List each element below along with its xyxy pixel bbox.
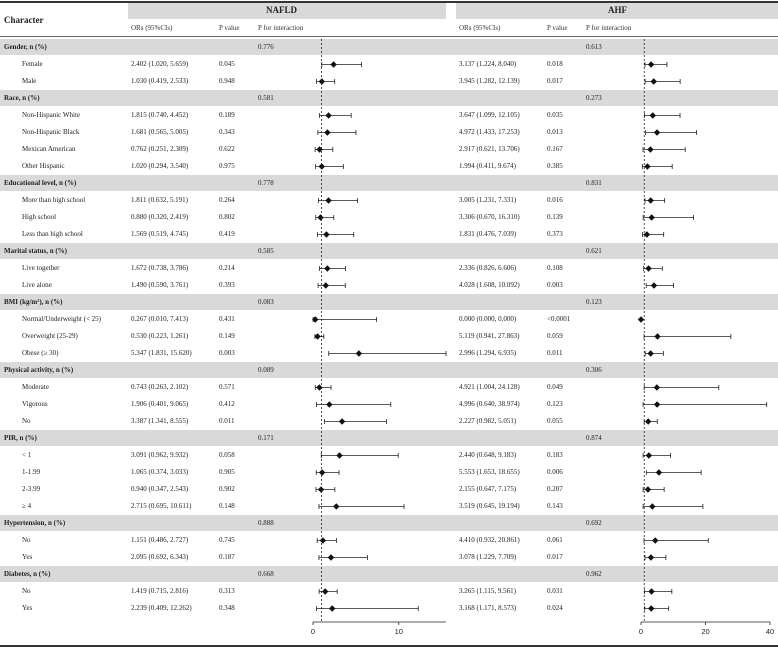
nafld-or-point: [333, 503, 340, 510]
ahf-or-point: [653, 129, 661, 136]
ahf-or-point: [643, 231, 651, 238]
nafld-or-point: [330, 61, 337, 68]
nafld-or-point: [324, 265, 331, 272]
nafld-or-point: [323, 231, 330, 238]
nafld-or-point: [326, 401, 333, 408]
ahf-or-point: [647, 350, 654, 357]
nafld-or-point: [317, 214, 324, 221]
ahf-or-point: [649, 112, 656, 119]
ahf-or-point: [652, 537, 659, 544]
nafld-or-point: [322, 282, 329, 289]
nafld-or-point: [336, 452, 343, 459]
bottom-rule: [0, 645, 778, 647]
forest-plot: 0 10 0 20 40: [311, 39, 774, 636]
ahf-or-point: [645, 265, 652, 272]
ahf-or-point: [648, 214, 655, 221]
ahf-or-point: [650, 78, 657, 85]
nafld-or-point: [325, 197, 332, 204]
nafld-or-point: [355, 350, 363, 357]
ahf-or-point: [644, 418, 652, 425]
ahf-or-point: [647, 554, 655, 561]
ahf-or-point: [654, 333, 661, 340]
nafld-or-point: [338, 418, 346, 425]
ahf-or-point: [647, 146, 654, 153]
ahf-axis-tick-label: 20: [701, 627, 709, 636]
ahf-or-point: [649, 503, 656, 510]
ahf-or-point: [655, 469, 663, 476]
ahf-or-point: [644, 486, 652, 493]
ahf-or-point: [650, 282, 658, 289]
ahf-or-point: [644, 163, 651, 170]
ahf-or-point: [648, 588, 655, 595]
nafld-axis-tick-label: 10: [395, 627, 403, 636]
nafld-or-point: [321, 588, 329, 595]
ahf-or-point: [645, 452, 653, 459]
nafld-or-point: [327, 554, 335, 561]
ahf-or-point: [648, 605, 655, 612]
nafld-or-point: [329, 605, 336, 612]
ahf-axis-tick-label: 0: [639, 627, 643, 636]
ahf-or-point: [647, 61, 655, 68]
ahf-or-point: [637, 316, 645, 323]
forest-table: Character NAFLD AHF ORs (95%CIs) P value…: [0, 0, 778, 648]
nafld-or-point: [318, 469, 326, 476]
nafld-or-point: [319, 537, 327, 544]
ahf-or-point: [647, 197, 654, 204]
nafld-or-point: [325, 112, 332, 119]
ahf-axis-tick-label: 40: [766, 627, 774, 636]
nafld-or-point: [317, 486, 325, 493]
nafld-axis-tick-label: 0: [311, 627, 315, 636]
nafld-or-point: [324, 129, 331, 136]
ahf-or-point: [653, 401, 661, 408]
ahf-or-point: [653, 384, 661, 391]
